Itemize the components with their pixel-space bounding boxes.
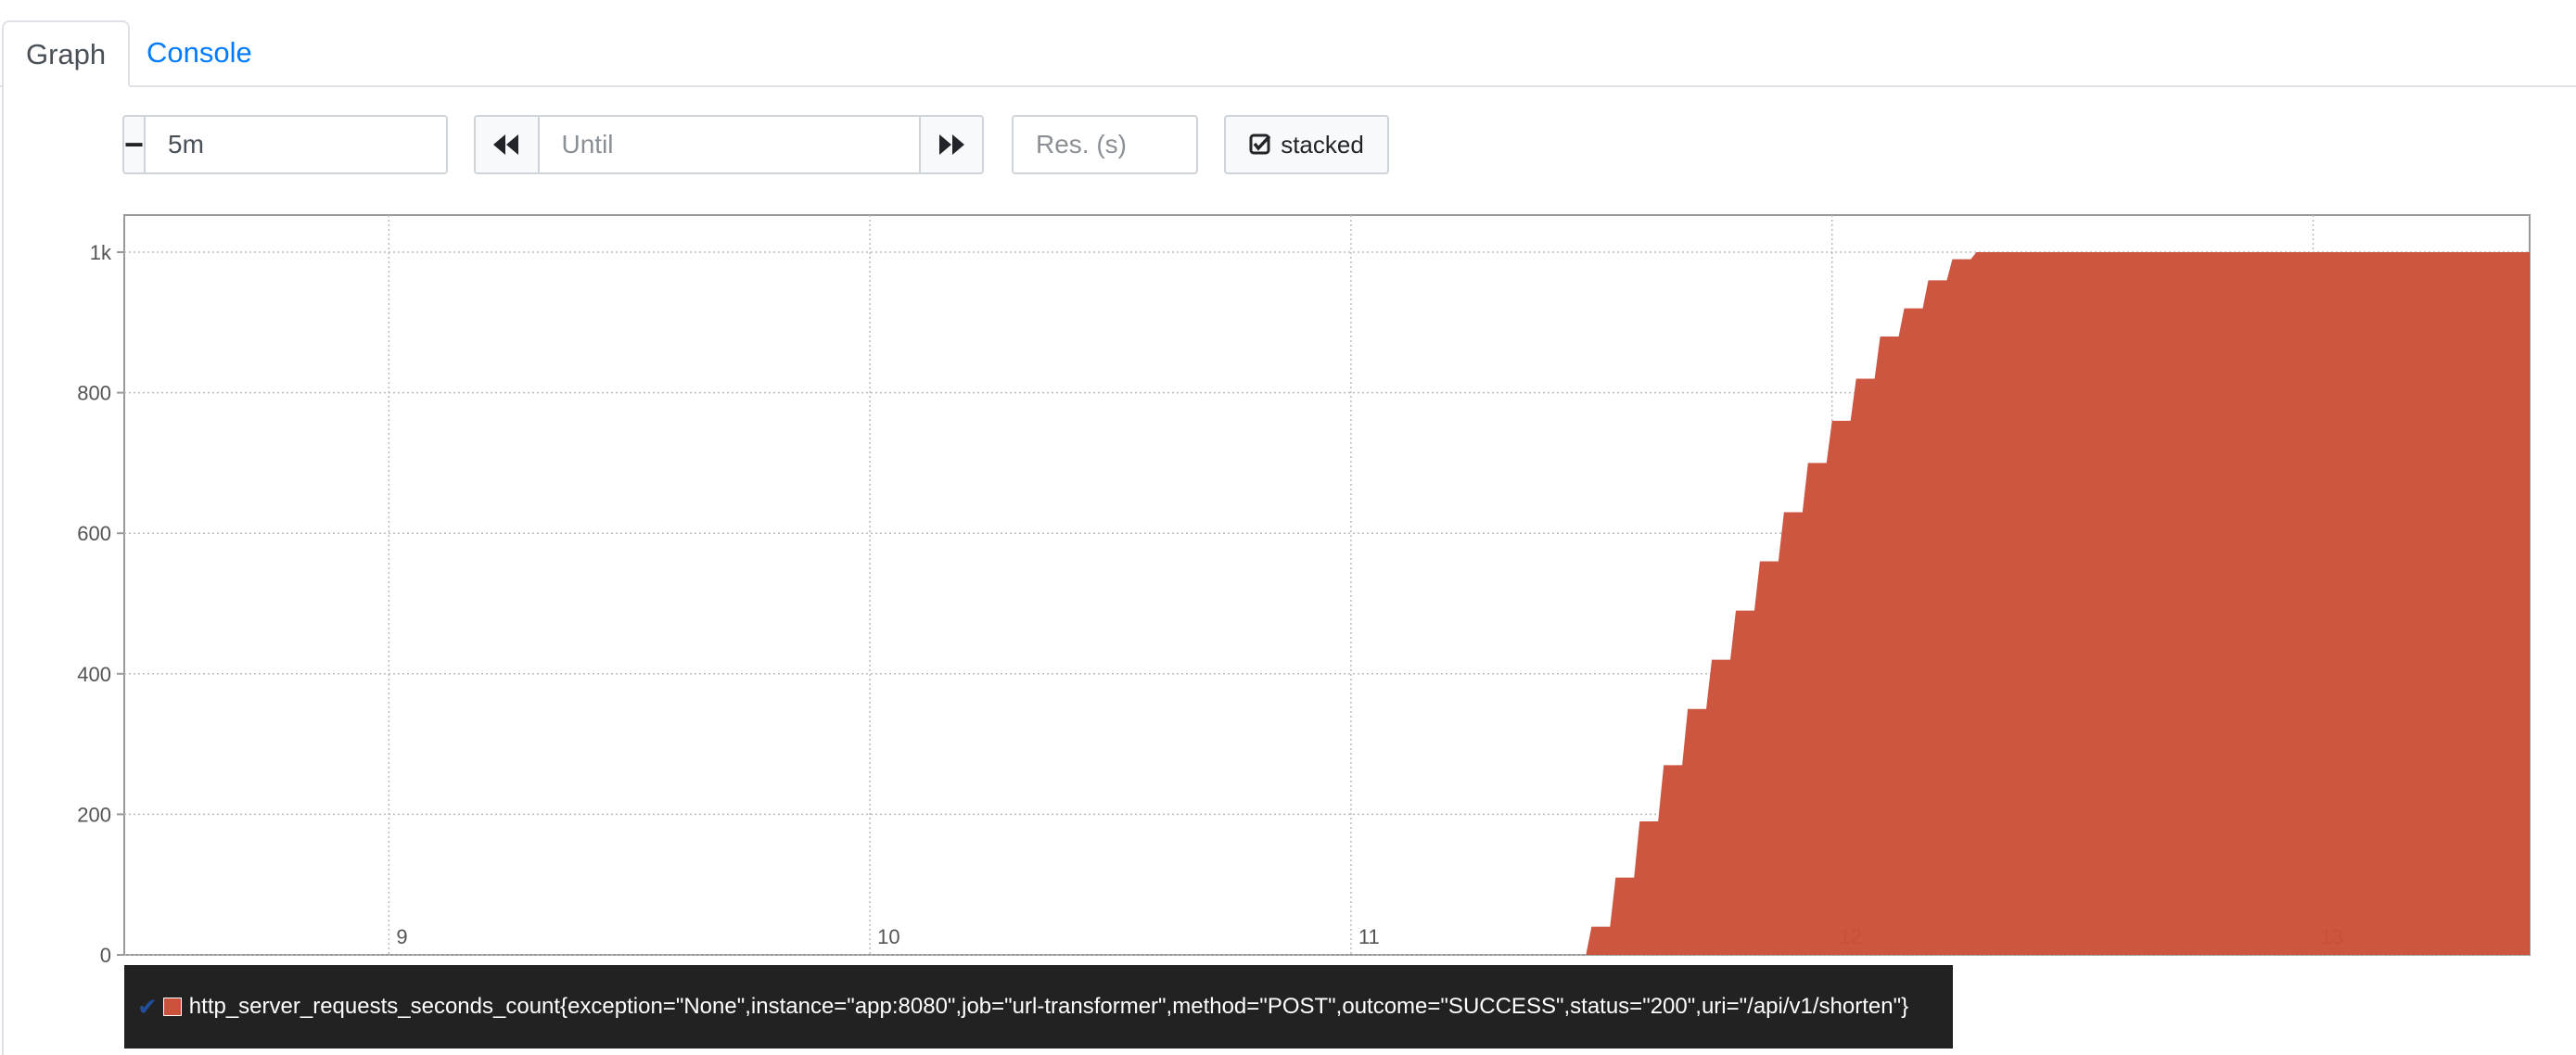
range-input[interactable] [146, 117, 446, 172]
stacked-toggle-button[interactable]: stacked [1224, 115, 1389, 174]
y-tick-label: 600 [77, 522, 111, 545]
resolution-input[interactable] [1014, 117, 1196, 172]
fast-forward-icon [938, 134, 964, 155]
tab-console[interactable]: Console [124, 20, 274, 85]
y-tick-label: 200 [77, 803, 111, 826]
time-back-button[interactable] [476, 117, 540, 172]
range-decrease-button[interactable]: − [124, 117, 147, 172]
series-area-0 [1567, 252, 2530, 955]
time-forward-button[interactable] [918, 117, 982, 172]
y-tick-label: 0 [100, 944, 111, 964]
resolution-input-group [1012, 115, 1198, 174]
tab-bar: Graph Console [0, 0, 2576, 87]
graph-chart[interactable]: 02004006008001k910111213 [0, 204, 2576, 964]
x-tick-label: 10 [877, 925, 899, 948]
graph-legend: ✔ http_server_requests_seconds_count{exc… [124, 965, 1953, 1049]
x-tick-label: 11 [1358, 925, 1380, 948]
y-tick-label: 1k [90, 241, 112, 264]
range-input-group: − + [122, 115, 448, 174]
fast-backward-icon [493, 134, 519, 155]
y-tick-label: 800 [77, 382, 111, 405]
until-input[interactable] [539, 117, 919, 172]
end-time-input-group [474, 115, 984, 174]
x-tick-label: 9 [396, 925, 407, 948]
series-visible-check-icon[interactable]: ✔ [137, 993, 158, 1022]
stacked-label: stacked [1281, 130, 1364, 159]
legend-series-label[interactable]: http_server_requests_seconds_count{excep… [189, 994, 1908, 1020]
checkbox-checked-icon [1249, 133, 1271, 155]
tab-graph[interactable]: Graph [2, 20, 131, 87]
y-tick-label: 400 [77, 663, 111, 686]
series-color-swatch [162, 998, 182, 1016]
minus-icon: − [124, 125, 145, 163]
